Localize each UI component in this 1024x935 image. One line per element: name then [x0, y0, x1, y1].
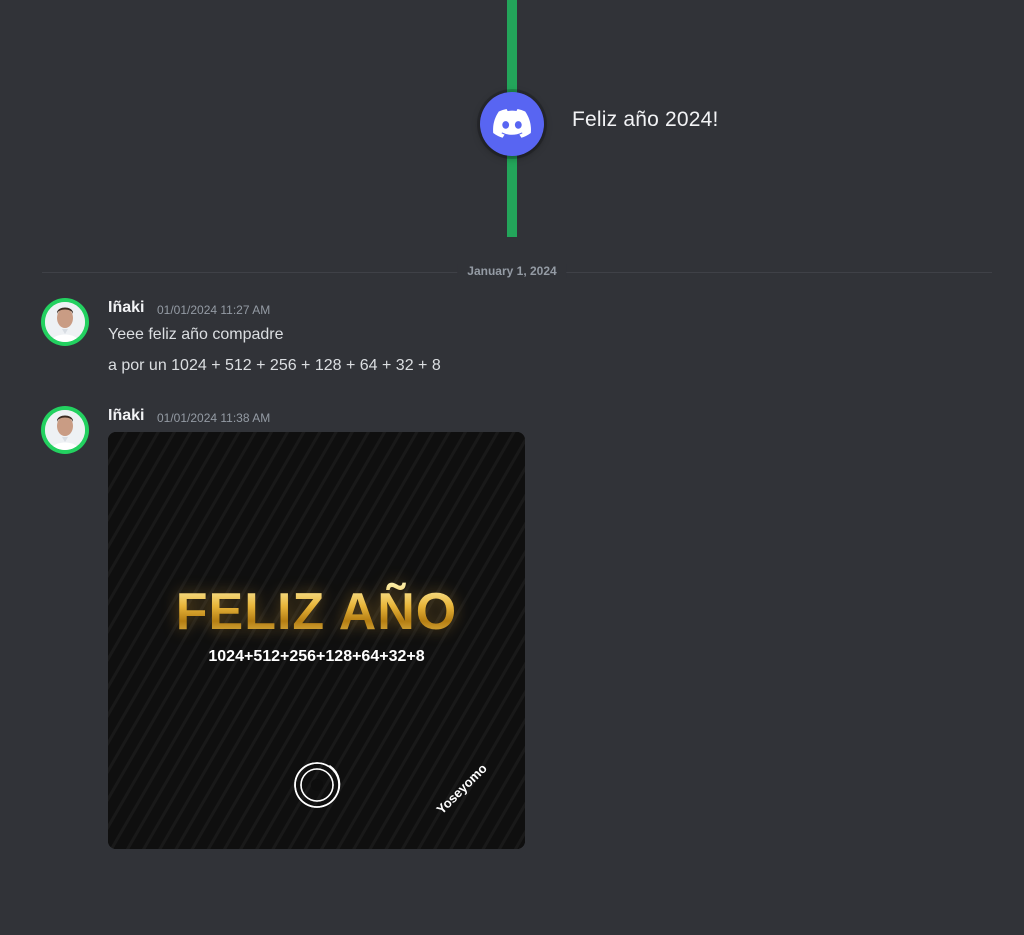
username[interactable]: Iñaki — [108, 299, 144, 317]
message-timestamp: 01/01/2024 11:38 AM — [157, 411, 271, 425]
date-divider-label: January 1, 2024 — [457, 264, 567, 278]
person-icon — [45, 410, 85, 450]
person-icon — [45, 302, 85, 342]
avatar-image — [45, 410, 85, 450]
discord-badge — [480, 92, 544, 156]
spiral-logo-icon — [294, 762, 341, 808]
system-event-text: Feliz año 2024! — [572, 108, 719, 131]
image-headline: FELIZ AÑO — [108, 582, 525, 642]
avatar[interactable] — [41, 298, 89, 346]
message-timestamp: 01/01/2024 11:27 AM — [157, 303, 271, 317]
message-text: a por un 1024 + 512 + 256 + 128 + 64 + 3… — [108, 357, 441, 374]
discord-logo-icon — [493, 109, 531, 138]
avatar[interactable] — [41, 406, 89, 454]
avatar-image — [45, 302, 85, 342]
image-attachment[interactable]: FELIZ AÑO 1024+512+256+128+64+32+8 Yosey… — [108, 432, 525, 849]
username[interactable]: Iñaki — [108, 407, 144, 425]
message-text: Yeee feliz año compadre — [108, 326, 284, 343]
image-formula: 1024+512+256+128+64+32+8 — [208, 648, 425, 665]
